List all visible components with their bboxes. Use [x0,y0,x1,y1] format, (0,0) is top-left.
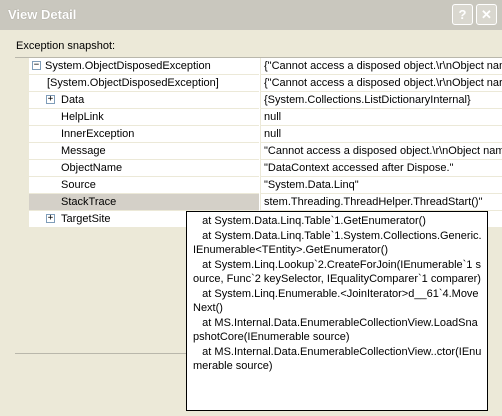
window-title: View Detail [8,7,77,22]
property-value: "System.Data.Linq" [264,179,359,191]
property-name: Data [61,94,85,106]
expand-icon[interactable]: + [46,214,55,223]
expand-icon[interactable]: + [46,95,55,104]
grid-row-data[interactable]: + Data {System.Collections.ListDictionar… [15,92,502,109]
property-name: StackTrace [61,196,117,208]
divider [15,353,187,354]
close-icon: ✕ [481,6,492,22]
grid-row-exception-type[interactable]: [System.ObjectDisposedException] {"Canno… [15,75,502,92]
property-value: {"Cannot access a disposed object.\r\nOb… [264,60,502,72]
exception-snapshot-label: Exception snapshot: [16,40,116,52]
grid-row-exception[interactable]: − System.ObjectDisposedException {"Canno… [15,58,502,75]
help-icon: ? [458,7,467,22]
grid-row-innerexception[interactable]: InnerException null [15,126,502,143]
property-name: Message [61,145,106,157]
property-name: TargetSite [61,213,111,225]
property-value: "Cannot access a disposed object.\r\nObj… [264,145,502,157]
property-name: InnerException [61,128,135,140]
grid-row-source[interactable]: Source "System.Data.Linq" [15,177,502,194]
grid-row-objectname[interactable]: ObjectName "DataContext accessed after D… [15,160,502,177]
stacktrace-text: at System.Data.Linq.Table`1.GetEnumerato… [193,215,482,372]
property-name: ObjectName [61,162,123,174]
property-value: null [264,111,282,123]
help-button[interactable]: ? [452,4,473,25]
property-name: [System.ObjectDisposedException] [47,77,219,89]
grid-row-message[interactable]: Message "Cannot access a disposed object… [15,143,502,160]
property-value: null [264,128,282,140]
close-button[interactable]: ✕ [476,4,497,25]
exception-property-grid[interactable]: − System.ObjectDisposedException {"Canno… [15,57,502,228]
property-value: "DataContext accessed after Dispose." [264,162,454,174]
property-name: Source [61,179,96,191]
grid-row-stacktrace[interactable]: StackTrace stem.Threading.ThreadHelper.T… [15,194,502,211]
title-bar[interactable]: View Detail ? ✕ [0,0,502,30]
property-value[interactable]: stem.Threading.ThreadHelper.ThreadStart(… [264,196,483,208]
property-value: {System.Collections.ListDictionaryIntern… [264,94,471,106]
property-name: HelpLink [61,111,104,123]
property-value: {"Cannot access a disposed object.\r\nOb… [264,77,502,89]
property-name: System.ObjectDisposedException [45,60,211,72]
stacktrace-popup[interactable]: at System.Data.Linq.Table`1.GetEnumerato… [186,211,488,411]
grid-row-helplink[interactable]: HelpLink null [15,109,502,126]
